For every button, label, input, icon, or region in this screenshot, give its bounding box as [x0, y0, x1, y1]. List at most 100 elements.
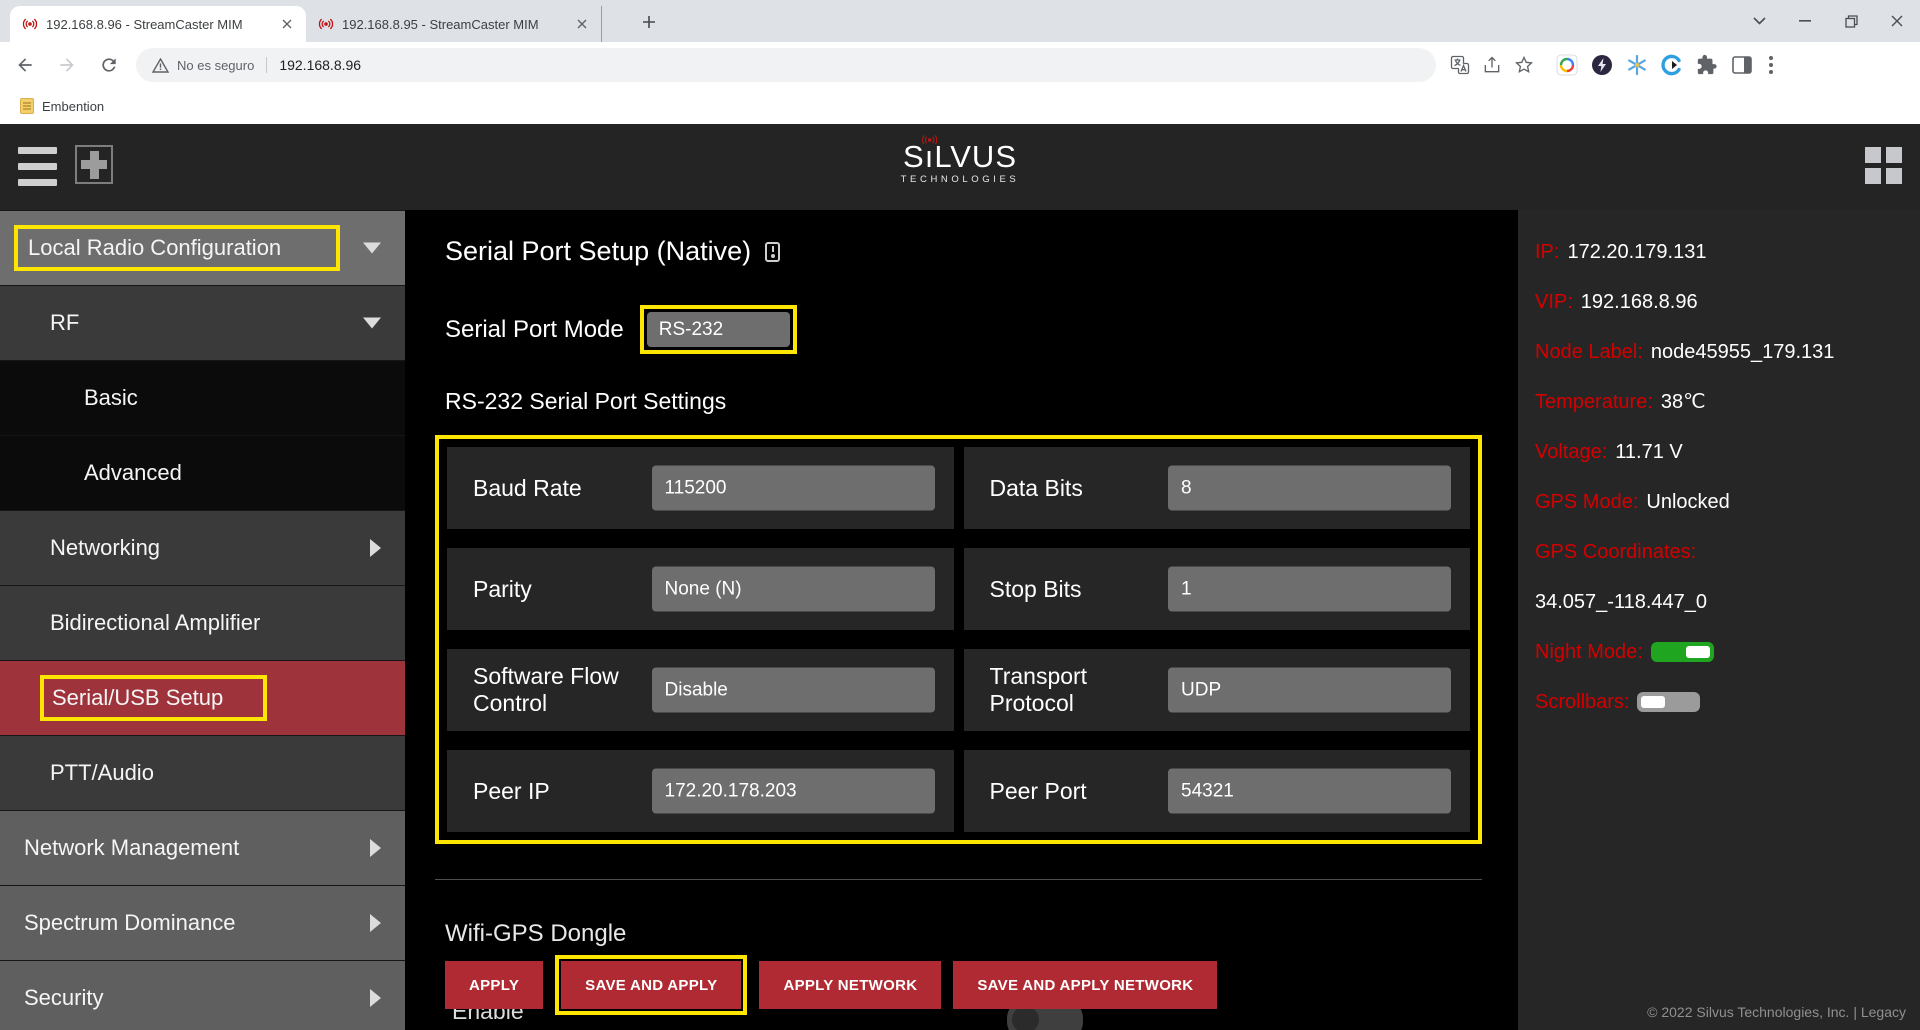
- tab-close-icon[interactable]: [278, 15, 296, 33]
- serial-device-icon[interactable]: [765, 242, 780, 262]
- forward-button[interactable]: [50, 48, 84, 82]
- peer-ip-input[interactable]: 172.20.178.203: [652, 769, 935, 814]
- add-node-icon[interactable]: [75, 145, 113, 184]
- bookmark-favicon: [20, 98, 34, 114]
- bookmark-star-icon[interactable]: [1514, 55, 1534, 75]
- serial-port-mode-label: Serial Port Mode: [445, 316, 624, 344]
- translate-icon[interactable]: [1450, 55, 1470, 75]
- sidebar-item-label: Local Radio Configuration: [28, 235, 281, 260]
- software-flow-control-input[interactable]: Disable: [652, 668, 935, 713]
- tab-title: 192.168.8.95 - StreamCaster MIM: [342, 17, 573, 32]
- save-and-apply-button[interactable]: SAVE AND APPLY: [561, 961, 741, 1009]
- browser-tab-2[interactable]: 192.168.8.95 - StreamCaster MIM: [306, 6, 602, 42]
- node-info-panel: IP: 172.20.179.131 VIP: 192.168.8.96 Nod…: [1518, 210, 1920, 1030]
- sidebar-item-network-management[interactable]: Network Management: [0, 810, 405, 885]
- sidebar-item-bidirectional-amplifier[interactable]: Bidirectional Amplifier: [0, 585, 405, 660]
- sidebar-item-networking[interactable]: Networking: [0, 510, 405, 585]
- sidebar-item-label: Bidirectional Amplifier: [50, 610, 260, 635]
- share-icon[interactable]: [1482, 55, 1502, 75]
- info-row-scrollbars: Scrollbars:: [1535, 690, 1920, 714]
- actions-bar: APPLY SAVE AND APPLY APPLY NETWORK SAVE …: [445, 955, 1229, 1015]
- transport-protocol-input[interactable]: UDP: [1168, 668, 1451, 713]
- bookmark-embention[interactable]: Embention: [20, 98, 104, 114]
- stop-bits-input[interactable]: 1: [1168, 567, 1451, 612]
- node-label-value: node45955_179.131: [1651, 340, 1835, 364]
- chevron-right-icon: [370, 839, 381, 857]
- sidebar-item-rf[interactable]: RF: [0, 285, 405, 360]
- radio-favicon-icon: [318, 16, 334, 32]
- back-button[interactable]: [8, 48, 42, 82]
- sidebar-item-advanced[interactable]: Advanced: [0, 435, 405, 510]
- minimize-button[interactable]: [1782, 0, 1828, 42]
- photos-extension-icon[interactable]: [1556, 54, 1578, 76]
- save-and-apply-network-button[interactable]: SAVE AND APPLY NETWORK: [953, 961, 1217, 1009]
- data-bits-field: Data Bits 8: [964, 447, 1471, 529]
- lightning-extension-icon[interactable]: [1591, 54, 1613, 76]
- sidebar-item-spectrum-dominance[interactable]: Spectrum Dominance: [0, 885, 405, 960]
- tab-title: 192.168.8.96 - StreamCaster MIM: [46, 17, 278, 32]
- url-text: 192.168.8.96: [279, 57, 361, 73]
- side-panel-icon[interactable]: [1731, 54, 1753, 76]
- bookmarks-bar: Embention: [0, 88, 1920, 124]
- main-content: Serial Port Setup (Native) Serial Port M…: [405, 210, 1518, 1030]
- info-row-gps-coordinates-value: 34.057_-118.447_0: [1535, 590, 1920, 614]
- apply-button[interactable]: APPLY: [445, 961, 543, 1009]
- browser-tab-1[interactable]: 192.168.8.96 - StreamCaster MIM: [10, 6, 306, 42]
- info-row-night-mode: Night Mode:: [1535, 640, 1920, 664]
- sidebar-item-label: Serial/USB Setup: [52, 685, 223, 710]
- rs232-settings-title: RS-232 Serial Port Settings: [445, 388, 726, 415]
- parity-input[interactable]: None (N): [652, 567, 935, 612]
- voltage-value: 11.71 V: [1615, 440, 1682, 464]
- snowflake-extension-icon[interactable]: [1626, 54, 1648, 76]
- apply-network-button-wrap: APPLY NETWORK: [759, 961, 941, 1009]
- toggle-knob: [1686, 646, 1710, 658]
- not-secure-chip[interactable]: No es seguro: [152, 58, 254, 73]
- dashboard-grid-icon[interactable]: [1865, 147, 1902, 184]
- night-mode-toggle[interactable]: [1651, 642, 1714, 662]
- stop-bits-label: Stop Bits: [990, 576, 1082, 603]
- sidebar-item-local-radio-configuration[interactable]: Local Radio Configuration: [0, 210, 405, 285]
- parity-label: Parity: [473, 576, 532, 603]
- reload-button[interactable]: [92, 48, 126, 82]
- sidebar-item-label: Networking: [50, 535, 160, 560]
- sidebar-item-basic[interactable]: Basic: [0, 360, 405, 435]
- info-row-gps-coordinates: GPS Coordinates:: [1535, 540, 1920, 564]
- security-label: No es seguro: [177, 58, 254, 73]
- scrollbars-toggle[interactable]: [1637, 692, 1700, 712]
- tab-close-icon[interactable]: [573, 15, 591, 33]
- extensions-puzzle-icon[interactable]: [1696, 54, 1718, 76]
- chevron-right-icon: [370, 539, 381, 557]
- scrollbars-label: Scrollbars:: [1535, 690, 1629, 714]
- save-and-apply-button-wrap: SAVE AND APPLY: [555, 955, 747, 1015]
- c-extension-icon[interactable]: [1661, 54, 1683, 76]
- close-window-button[interactable]: [1874, 0, 1920, 42]
- hamburger-menu-icon[interactable]: [18, 147, 57, 185]
- tab-search-chevron-icon[interactable]: [1736, 0, 1782, 42]
- baud-rate-field: Baud Rate 115200: [447, 447, 954, 529]
- new-tab-button[interactable]: [635, 8, 663, 36]
- restore-button[interactable]: [1828, 0, 1874, 42]
- sidebar-item-security[interactable]: Security: [0, 960, 405, 1030]
- sidebar-item-label: Spectrum Dominance: [24, 910, 236, 935]
- address-bar[interactable]: No es seguro 192.168.8.96: [136, 48, 1436, 82]
- browser-menu-icon[interactable]: [1769, 56, 1773, 74]
- data-bits-input[interactable]: 8: [1168, 466, 1451, 511]
- gps-coordinates-label: GPS Coordinates:: [1535, 540, 1696, 564]
- sidebar-item-serial-usb-setup[interactable]: Serial/USB Setup: [0, 660, 405, 735]
- vip-label: VIP:: [1535, 290, 1573, 314]
- temperature-label: Temperature:: [1535, 390, 1653, 414]
- sidebar-item-label: PTT/Audio: [50, 760, 154, 785]
- sidebar-item-ptt-audio[interactable]: PTT/Audio: [0, 735, 405, 810]
- chip-divider: [266, 57, 267, 73]
- peer-port-field: Peer Port 54321: [964, 750, 1471, 832]
- sidebar-item-label: Basic: [84, 385, 138, 410]
- baud-rate-input[interactable]: 115200: [652, 466, 935, 511]
- serial-port-mode-highlight: RS-232: [640, 305, 797, 354]
- peer-port-input[interactable]: 54321: [1168, 769, 1451, 814]
- apply-network-button[interactable]: APPLY NETWORK: [759, 961, 941, 1009]
- vip-value: 192.168.8.96: [1581, 290, 1698, 314]
- rs232-settings-highlight-box: Baud Rate 115200 Data Bits 8 Parity None…: [435, 435, 1482, 844]
- software-flow-control-label: Software Flow Control: [473, 663, 653, 717]
- serial-port-mode-select[interactable]: RS-232: [647, 312, 790, 347]
- sidebar-item-label: Advanced: [84, 460, 182, 485]
